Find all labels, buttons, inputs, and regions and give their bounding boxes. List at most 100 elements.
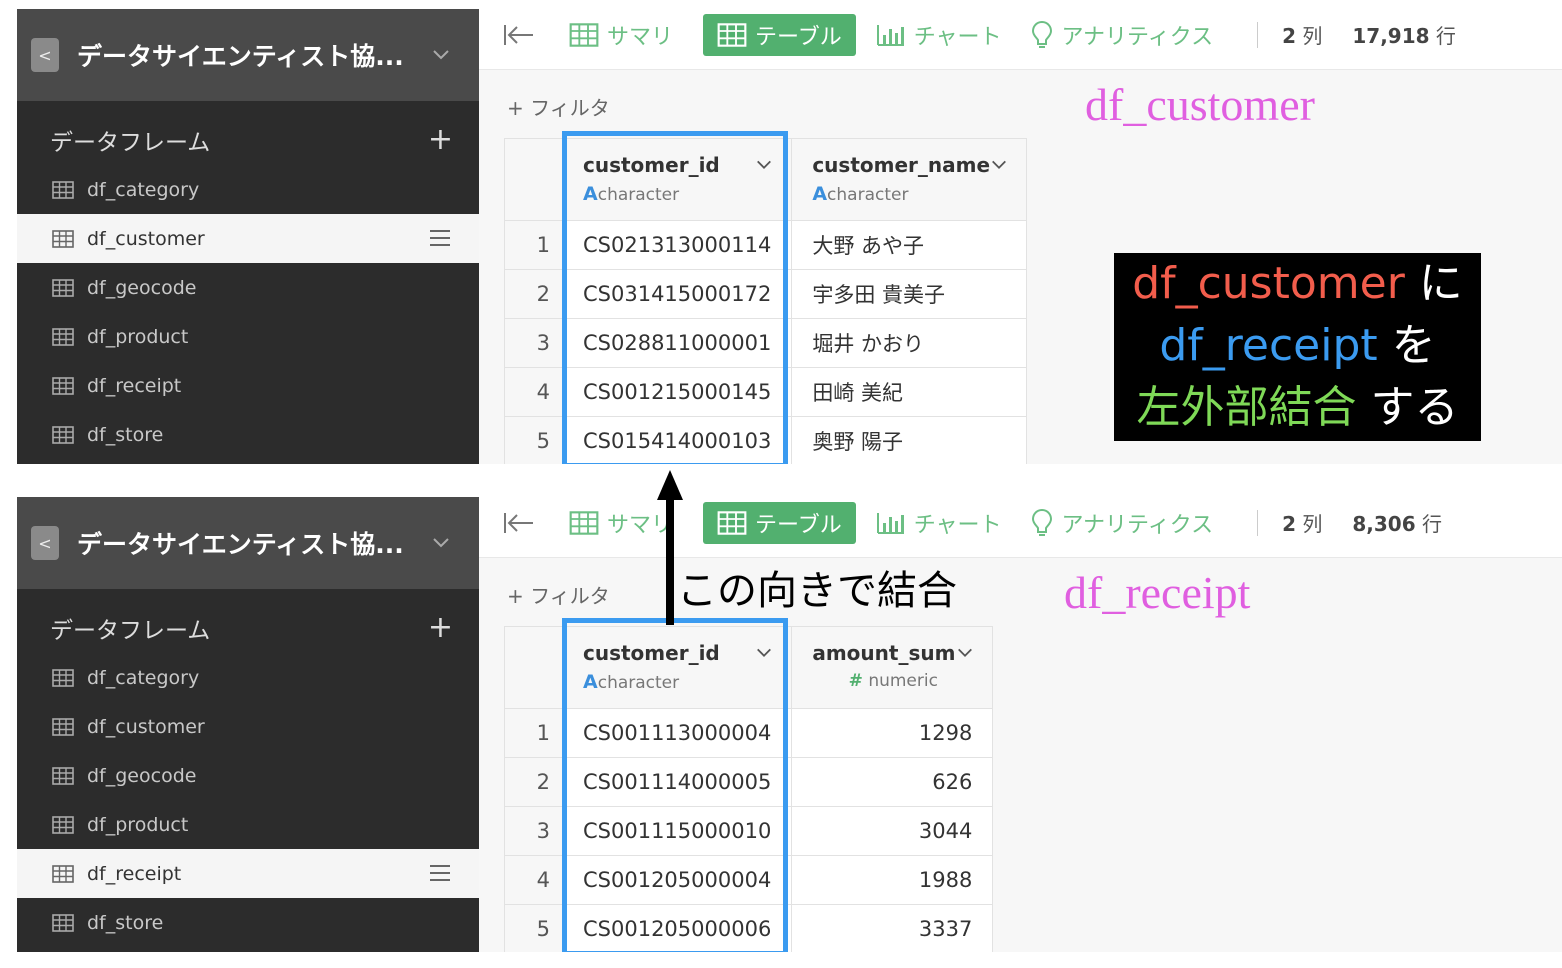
dataframe-section: データフレーム +	[17, 115, 479, 165]
sidebar-item-df-category[interactable]: df_category	[17, 653, 479, 702]
row-number: 1	[504, 708, 563, 758]
row-number: 3	[504, 318, 563, 368]
add-dataframe-button[interactable]: +	[428, 613, 453, 643]
note-df-customer: df_customer	[1132, 258, 1405, 309]
tab-analytics-label: アナリティクス	[1061, 24, 1214, 50]
cell-customer-name[interactable]: 堀井 かおり	[791, 318, 1028, 368]
row-count-unit: 行	[1421, 512, 1442, 536]
row-count-unit: 行	[1435, 24, 1456, 48]
column-count: 2 列	[1282, 20, 1322, 49]
add-dataframe-button[interactable]: +	[428, 125, 453, 155]
tab-analytics-label: アナリティクス	[1061, 512, 1214, 538]
sidebar-header: < データサイエンティスト協...	[17, 497, 479, 589]
chevron-down-icon[interactable]	[431, 45, 451, 65]
table-icon	[52, 279, 74, 297]
collapse-sidebar-icon[interactable]	[503, 23, 535, 47]
cell-customer-name[interactable]: 大野 あや子	[791, 220, 1028, 270]
sidebar-item-df-customer[interactable]: df_customer	[17, 214, 479, 263]
sidebar-item-df-category[interactable]: df_category	[17, 165, 479, 214]
chevron-down-icon[interactable]	[431, 533, 451, 553]
toolbar-divider	[1257, 509, 1259, 536]
column-type: numeric	[868, 671, 938, 691]
cell-amount-sum[interactable]: 3337	[791, 904, 994, 952]
join-direction-label: この向きで結合	[677, 568, 957, 614]
sidebar-header: < データサイエンティスト協...	[17, 9, 479, 101]
dataframe-annotation-label: df_receipt	[1064, 567, 1251, 618]
cell-amount-sum[interactable]: 1298	[791, 708, 994, 758]
table-icon	[52, 816, 74, 834]
row-count: 17,918 行	[1352, 20, 1456, 49]
row-number: 5	[504, 416, 563, 464]
chevron-left-icon: <	[38, 533, 52, 553]
column-count-value: 2	[1282, 24, 1296, 48]
sidebar-item-df-store[interactable]: df_store	[17, 410, 479, 459]
tab-analytics[interactable]: アナリティクス	[1031, 14, 1213, 56]
note-left-join: 左外部結合	[1136, 382, 1357, 433]
chevron-down-icon[interactable]	[956, 644, 974, 662]
cell-amount-sum[interactable]: 1988	[791, 855, 994, 905]
tab-analytics[interactable]: アナリティクス	[1031, 502, 1213, 544]
column-name: amount_sum	[812, 641, 956, 665]
table-icon	[52, 328, 74, 346]
tab-chart[interactable]: チャート	[876, 14, 1001, 56]
note-particle: に	[1404, 258, 1463, 309]
tab-table[interactable]: テーブル	[703, 13, 856, 56]
collapse-sidebar-icon[interactable]	[503, 511, 535, 535]
sidebar-item-df-geocode[interactable]: df_geocode	[17, 263, 479, 312]
table-icon	[52, 865, 74, 883]
menu-icon[interactable]	[429, 229, 451, 247]
sidebar-item-label: df_product	[87, 325, 189, 348]
sidebar: < データサイエンティスト協... データフレーム + df_category …	[17, 9, 479, 464]
chevron-down-icon[interactable]	[990, 156, 1008, 174]
dataframe-section: データフレーム +	[17, 603, 479, 653]
tab-table-label: テーブル	[755, 512, 842, 538]
column-header-amount-sum[interactable]: amount_sum # numeric	[791, 626, 994, 709]
toolbar: サマリ テーブル チャート アナリティクス 2 列 17,918 行	[479, 0, 1562, 70]
tab-chart-label: チャート	[913, 512, 1002, 538]
row-number-header	[504, 138, 563, 221]
tab-summary-label: サマリ	[607, 24, 674, 50]
column-count-value: 2	[1282, 512, 1296, 536]
column-count-unit: 列	[1302, 512, 1323, 536]
table-icon	[52, 914, 74, 932]
section-label: データフレーム	[50, 130, 211, 156]
project-title: データサイエンティスト協...	[77, 42, 404, 71]
section-label: データフレーム	[50, 618, 211, 644]
back-button[interactable]: <	[31, 38, 59, 72]
sidebar-item-df-receipt[interactable]: df_receipt	[17, 849, 479, 898]
sidebar-item-label: df_geocode	[87, 276, 197, 299]
cell-customer-name[interactable]: 田崎 美紀	[791, 367, 1028, 417]
customer-id-highlight-box	[562, 618, 788, 952]
sidebar-item-df-receipt[interactable]: df_receipt	[17, 361, 479, 410]
bar-chart-icon	[876, 511, 906, 535]
tab-chart[interactable]: チャート	[876, 502, 1002, 544]
tab-summary[interactable]: サマリ	[569, 14, 673, 56]
sidebar-item-df-product[interactable]: df_product	[17, 312, 479, 361]
note-df-receipt: df_receipt	[1159, 320, 1378, 371]
sidebar-item-df-product[interactable]: df_product	[17, 800, 479, 849]
sidebar-item-df-customer[interactable]: df_customer	[17, 702, 479, 751]
filter-button[interactable]: + フィルタ	[507, 92, 610, 121]
lightbulb-icon	[1031, 20, 1053, 50]
sidebar-item-label: df_customer	[87, 715, 205, 738]
menu-icon[interactable]	[429, 864, 451, 882]
lightbulb-icon	[1031, 508, 1053, 538]
sidebar-item-df-store[interactable]: df_store	[17, 898, 479, 947]
tab-table[interactable]: テーブル	[703, 501, 856, 544]
table-icon	[52, 669, 74, 687]
cell-amount-sum[interactable]: 3044	[791, 806, 994, 856]
table-icon	[569, 23, 599, 47]
sidebar-item-df-geocode[interactable]: df_geocode	[17, 751, 479, 800]
row-count-value: 8,306	[1352, 512, 1416, 536]
sidebar-item-label: df_store	[87, 423, 164, 446]
sidebar-item-label: df_category	[87, 666, 200, 689]
table-icon	[52, 230, 74, 248]
filter-button[interactable]: + フィルタ	[507, 580, 610, 609]
row-count: 8,306 行	[1352, 508, 1442, 537]
back-button[interactable]: <	[31, 526, 59, 560]
cell-customer-name[interactable]: 奥野 陽子	[791, 416, 1028, 464]
sidebar-item-label: df_category	[87, 178, 200, 201]
cell-amount-sum[interactable]: 626	[791, 757, 994, 807]
cell-customer-name[interactable]: 宇多田 貴美子	[791, 269, 1028, 319]
column-header-customer-name[interactable]: customer_name Acharacter	[791, 138, 1028, 221]
